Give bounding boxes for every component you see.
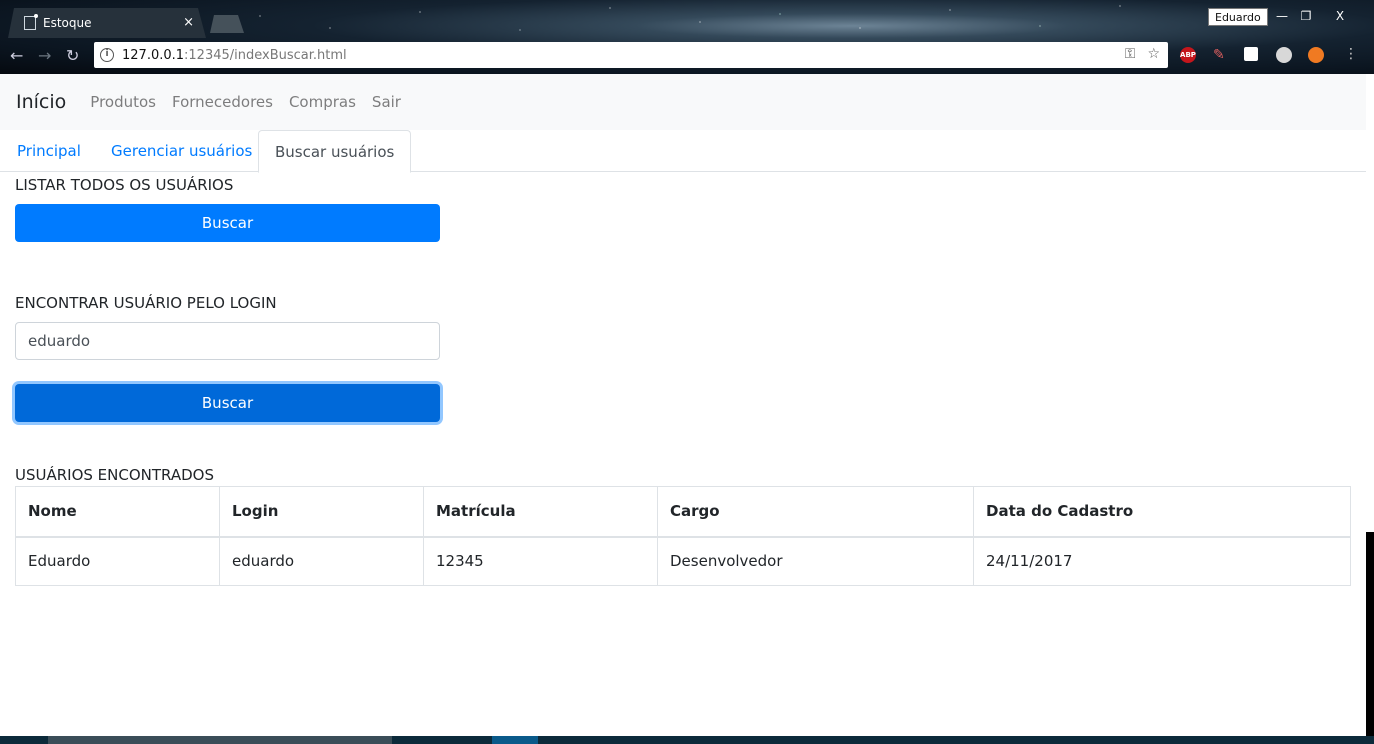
browser-chrome: Estoque × Eduardo — ❐ X ← → ↻ i 127.0.0.… [0,0,1374,74]
browser-tab-title: Estoque [43,16,92,30]
cell-data-cadastro: 24/11/2017 [973,536,1351,586]
tab-buscar-usuarios[interactable]: Buscar usuários [258,130,412,173]
login-search-button[interactable]: Buscar [15,384,440,422]
cell-nome: Eduardo [15,536,220,586]
back-arrow-icon[interactable]: ← [10,46,23,65]
orange-extension-icon[interactable] [1308,47,1324,63]
note-extension-icon[interactable] [1244,47,1258,61]
restore-icon[interactable]: ❐ [1294,8,1318,24]
info-icon[interactable]: i [100,48,114,62]
tab-gerenciar-usuarios[interactable]: Gerenciar usuários [111,130,252,172]
column-header-matricula: Matrícula [423,486,658,538]
results-heading: USUÁRIOS ENCONTRADOS [15,466,214,484]
browser-tab-estoque[interactable]: Estoque × [8,8,206,38]
nav-link-produtos[interactable]: Produtos [90,93,156,111]
circle-extension-icon[interactable] [1276,47,1292,63]
cell-matricula: 12345 [423,536,658,586]
profile-name-badge[interactable]: Eduardo [1208,8,1268,26]
os-taskbar [0,736,1374,744]
page-content: Início Produtos Fornecedores Compras Sai… [0,74,1366,736]
tab-close-icon[interactable]: × [183,15,194,30]
url-path: :12345/indexBuscar.html [184,47,347,63]
table-row: Eduardo eduardo 12345 Desenvolvedor 24/1… [15,536,1351,586]
cell-cargo: Desenvolvedor [657,536,974,586]
reload-icon[interactable]: ↻ [66,46,79,65]
address-bar[interactable]: i 127.0.0.1:12345/indexBuscar.html ⚿ ☆ [94,42,1168,68]
scrollbar-thumb[interactable] [1366,532,1374,736]
minimize-icon[interactable]: — [1270,8,1294,24]
key-icon[interactable]: ⚿ [1125,46,1136,62]
nav-link-sair[interactable]: Sair [372,93,401,111]
abp-extension-icon[interactable]: ABP [1180,47,1196,63]
find-login-heading: ENCONTRAR USUÁRIO PELO LOGIN [15,294,277,312]
star-icon[interactable]: ☆ [1147,46,1160,62]
nav-link-compras[interactable]: Compras [289,93,356,111]
more-vert-icon[interactable]: ⋮ [1344,46,1358,62]
column-header-data-cadastro: Data do Cadastro [973,486,1351,538]
list-all-search-button[interactable]: Buscar [15,204,440,242]
table-header-row: Nome Login Matrícula Cargo Data do Cadas… [15,486,1351,538]
column-header-cargo: Cargo [657,486,974,538]
login-search-input[interactable] [15,322,440,360]
url-host: 127.0.0.1 [122,47,185,63]
taskbar-item[interactable] [48,736,392,744]
section-tabs: Principal Gerenciar usuários Buscar usuá… [0,130,1366,173]
pen-extension-icon[interactable]: ✎ [1213,47,1229,63]
tab-principal[interactable]: Principal [17,130,81,172]
top-navbar: Início Produtos Fornecedores Compras Sai… [0,74,1366,130]
page-favicon-icon [24,14,38,30]
nav-link-fornecedores[interactable]: Fornecedores [172,93,273,111]
navbar-brand[interactable]: Início [16,91,66,113]
column-header-nome: Nome [15,486,220,538]
users-table: Nome Login Matrícula Cargo Data do Cadas… [15,486,1351,586]
column-header-login: Login [219,486,424,538]
new-tab-button[interactable] [210,15,244,33]
list-all-heading: LISTAR TODOS OS USUÁRIOS [15,176,234,194]
taskbar-item[interactable] [492,736,538,744]
close-icon[interactable]: X [1328,8,1352,24]
forward-arrow-icon[interactable]: → [38,46,51,65]
cell-login: eduardo [219,536,424,586]
